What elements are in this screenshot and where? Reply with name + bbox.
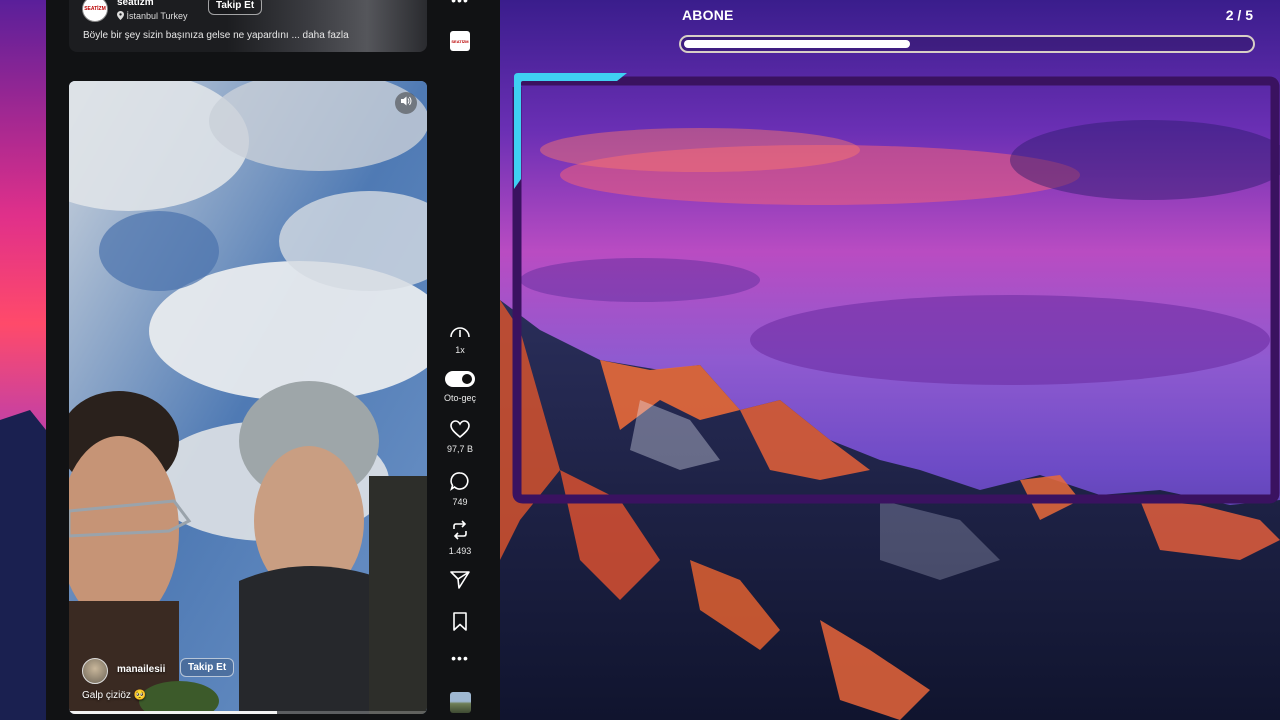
follow-button[interactable]: Takip Et — [208, 0, 263, 15]
overlay-title: ABONE — [682, 7, 734, 23]
audio-thumbnail[interactable] — [450, 692, 471, 713]
comment-button[interactable]: 749 — [438, 471, 482, 507]
previous-reel-username[interactable]: seatizm — [117, 0, 154, 8]
video-progress-fill — [69, 711, 277, 714]
location-text: İstanbul Turkey — [126, 11, 188, 21]
repost-count: 1.493 — [448, 546, 472, 556]
location-pin-icon — [117, 11, 127, 21]
like-count: 97,7 B — [446, 444, 474, 454]
reel-caption[interactable]: Galp çiziöz 🥺 — [82, 690, 146, 701]
avatar[interactable]: SEATİZM — [82, 0, 108, 22]
reel-video[interactable]: manailesii Takip Et Galp çiziöz 🥺 — [69, 81, 427, 714]
more-options-button[interactable]: ••• — [438, 650, 482, 666]
previous-reel-card[interactable]: SEATİZM seatizm İstanbul Turkey Takip Et… — [69, 0, 427, 52]
more-options-button[interactable]: ••• — [438, 0, 482, 8]
previous-reel-location[interactable]: İstanbul Turkey — [117, 11, 188, 21]
comment-count: 749 — [452, 497, 468, 507]
comment-icon — [450, 472, 470, 495]
autoplay-label: Oto-geç — [443, 393, 476, 403]
overlay-progress-fill — [684, 40, 911, 48]
save-button[interactable] — [438, 612, 482, 636]
autoplay-toggle[interactable]: Oto-geç — [438, 371, 482, 403]
reel-username[interactable]: manailesii — [117, 664, 165, 675]
previous-reel-caption[interactable]: Böyle bir şey sizin başınıza gelse ne ya… — [83, 30, 349, 41]
audio-logo[interactable]: SEATİZM — [450, 31, 470, 51]
speaker-icon — [400, 94, 412, 112]
avatar[interactable] — [82, 658, 108, 684]
video-progress-bar[interactable] — [69, 711, 427, 714]
speed-label: 1x — [455, 345, 465, 355]
share-button[interactable] — [438, 571, 482, 594]
overlay-progress-bar — [679, 35, 1255, 53]
repost-icon — [451, 520, 469, 544]
heart-icon — [450, 420, 470, 442]
overlay-counter: 2 / 5 — [1225, 7, 1253, 23]
toggle-switch[interactable] — [445, 371, 475, 387]
video-frame — [69, 81, 427, 714]
repost-button[interactable]: 1.493 — [438, 520, 482, 556]
reels-panel: SEATİZM seatizm İstanbul Turkey Takip Et… — [46, 0, 500, 720]
follow-button[interactable]: Takip Et — [180, 658, 235, 677]
avatar-text: SEATİZM — [84, 6, 106, 12]
send-icon — [450, 571, 470, 593]
gauge-icon — [449, 326, 471, 343]
speed-button[interactable]: 1x — [438, 325, 482, 355]
mute-button[interactable] — [395, 92, 417, 114]
logo-text: SEATİZM — [451, 38, 469, 44]
bookmark-icon — [452, 612, 468, 635]
like-button[interactable]: 97,7 B — [438, 420, 482, 454]
